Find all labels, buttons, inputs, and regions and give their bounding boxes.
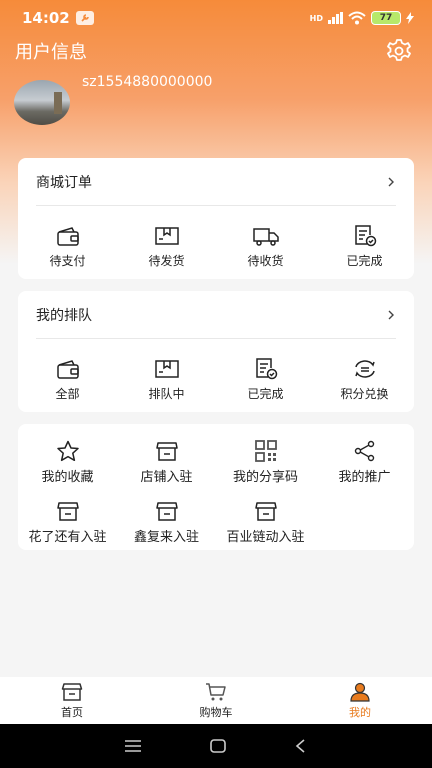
battery-level: 77 [379, 13, 393, 23]
nav-cart[interactable]: 购物车 [144, 677, 288, 724]
page-title: 用户信息 [15, 42, 87, 63]
box-icon [154, 227, 179, 245]
huale-join-label: 花了还有入驻 [28, 530, 107, 545]
signal-icon [328, 12, 343, 24]
chevron-right-icon [388, 177, 394, 186]
wifi-icon [348, 11, 366, 25]
system-nav-bar [0, 724, 432, 768]
my-favorites[interactable]: 我的收藏 [18, 440, 117, 500]
orders-title: 商城订单 [36, 174, 92, 191]
network-label: HD [309, 13, 323, 23]
my-share-code-label: 我的分享码 [232, 470, 298, 485]
order-completed-label: 已完成 [346, 254, 383, 268]
username: sz1554880000000 [82, 74, 213, 90]
gear-icon[interactable] [386, 38, 412, 64]
baiye-join-label: 百业链动入驻 [226, 530, 305, 545]
orders-header[interactable]: 商城订单 [18, 158, 414, 205]
nav-home-label: 首页 [61, 705, 83, 719]
nav-home[interactable]: 首页 [0, 677, 144, 724]
orders-card: 商城订单 待支付 待发货 待收货 已完成 [18, 158, 414, 279]
status-bar: 14:02 HD 77 [0, 0, 432, 36]
queue-points-exchange-label: 积分兑换 [340, 387, 389, 401]
battery-icon: 77 [371, 11, 401, 25]
order-completed[interactable]: 已完成 [315, 224, 414, 279]
store-icon [56, 502, 79, 521]
store-icon [254, 502, 277, 521]
qrcode-icon [254, 440, 277, 462]
queue-in-progress[interactable]: 排队中 [117, 357, 216, 412]
home-store-icon [61, 682, 83, 701]
cart-icon [206, 682, 226, 700]
queue-points-exchange[interactable]: 积分兑换 [315, 357, 414, 412]
charging-icon [406, 12, 414, 24]
box-icon [154, 360, 179, 378]
baiye-join[interactable]: 百业链动入驻 [216, 500, 315, 546]
checked-doc-icon [255, 358, 277, 380]
queue-all-label: 全部 [55, 387, 80, 401]
order-pending-receipt-label: 待收货 [247, 254, 284, 268]
nav-cart-label: 购物车 [199, 705, 233, 719]
exchange-icon [354, 360, 375, 378]
order-pending-payment[interactable]: 待支付 [18, 224, 117, 279]
order-pending-shipment-label: 待发货 [148, 254, 185, 268]
home-button-icon[interactable] [209, 738, 227, 754]
person-icon [350, 682, 370, 702]
order-pending-shipment[interactable]: 待发货 [117, 224, 216, 279]
back-icon[interactable] [294, 738, 308, 754]
wallet-icon [56, 360, 79, 379]
queue-header[interactable]: 我的排队 [18, 291, 414, 338]
store-join-label: 店铺入驻 [140, 470, 193, 485]
queue-card: 我的排队 全部 排队中 已完成 积分兑换 [18, 291, 414, 412]
truck-icon [252, 228, 279, 246]
my-favorites-label: 我的收藏 [41, 470, 94, 485]
status-time: 14:02 [22, 9, 70, 27]
services-card: 我的收藏 店铺入驻 我的分享码 我的推广 花了还有入驻 鑫复来入驻 百业链动入驻 [18, 424, 414, 550]
store-icon [155, 442, 178, 461]
huale-join[interactable]: 花了还有入驻 [18, 500, 117, 546]
my-promotion[interactable]: 我的推广 [315, 440, 414, 500]
xinfulai-join[interactable]: 鑫复来入驻 [117, 500, 216, 546]
bottom-nav: 首页 购物车 我的 [0, 677, 432, 724]
avatar[interactable] [14, 80, 70, 125]
checked-doc-icon [354, 225, 376, 247]
nav-mine-label: 我的 [349, 705, 371, 719]
order-pending-receipt[interactable]: 待收货 [216, 224, 315, 279]
nav-mine[interactable]: 我的 [288, 677, 432, 724]
menu-icon[interactable] [124, 739, 142, 753]
order-pending-payment-label: 待支付 [49, 254, 86, 268]
queue-completed-label: 已完成 [247, 387, 284, 401]
store-icon [155, 502, 178, 521]
queue-completed[interactable]: 已完成 [216, 357, 315, 412]
star-icon [56, 440, 79, 462]
store-join[interactable]: 店铺入驻 [117, 440, 216, 500]
my-share-code[interactable]: 我的分享码 [216, 440, 315, 500]
xinfulai-join-label: 鑫复来入驻 [133, 530, 199, 545]
wrench-icon [75, 11, 94, 25]
wallet-icon [56, 227, 79, 246]
share-icon [354, 440, 374, 462]
chevron-right-icon [388, 310, 394, 319]
queue-title: 我的排队 [36, 307, 92, 324]
queue-in-progress-label: 排队中 [148, 387, 185, 401]
my-promotion-label: 我的推广 [338, 470, 391, 485]
queue-all[interactable]: 全部 [18, 357, 117, 412]
